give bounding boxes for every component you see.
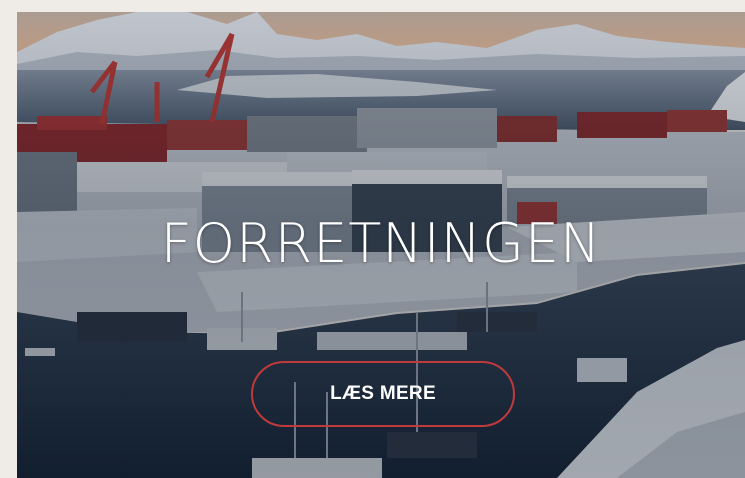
read-more-button[interactable]: LÆS MERE [251,361,515,427]
section-title: FORRETNINGEN [160,212,602,275]
business-card[interactable]: FORRETNINGEN LÆS MERE [17,12,745,478]
